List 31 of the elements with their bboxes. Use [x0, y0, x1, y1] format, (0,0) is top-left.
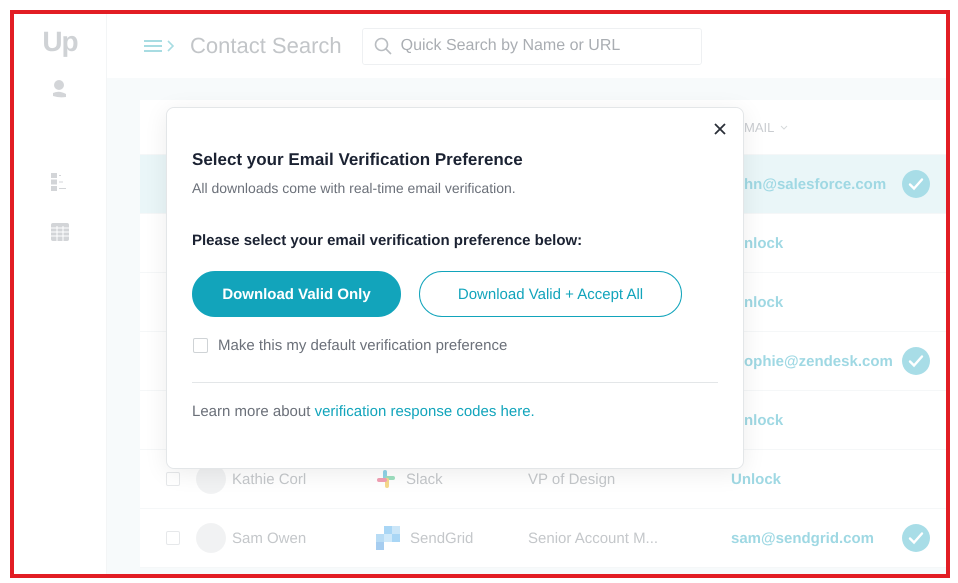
contact-name: Kathie Corl — [232, 470, 308, 488]
company-logo-icon — [376, 526, 400, 550]
table-row[interactable]: Sam Owen SendGrid Senior Account M... sam@sendgrid.com — [140, 509, 946, 568]
download-button[interactable]: Download Valid Only — [192, 271, 401, 317]
list-icon[interactable] — [51, 173, 69, 191]
close-icon[interactable] — [713, 122, 727, 136]
codes-link[interactable]: verification response codes here. — [314, 403, 535, 420]
job-title: Senior Account M... — [528, 530, 660, 546]
company-logo-icon — [376, 469, 396, 489]
job-title: VP of Design — [528, 470, 616, 488]
company-name: SendGrid — [410, 530, 474, 546]
page-title: Contact Search — [190, 33, 342, 59]
search-icon — [374, 36, 392, 54]
caret-icon — [780, 124, 788, 130]
default-checkbox[interactable] — [193, 338, 208, 353]
table-icon[interactable] — [51, 223, 69, 241]
email-link[interactable]: sam@sendgrid.com — [731, 530, 902, 546]
row-checkbox[interactable] — [166, 472, 180, 486]
menu-icon[interactable] — [144, 38, 176, 54]
email-link[interactable]: Unlock — [731, 470, 902, 488]
company-name: Slack — [406, 470, 443, 488]
dialog-subtitle: All downloads come with real-time email verification. — [192, 180, 517, 196]
dialog-prompt: Please select your email verification preference below: — [192, 232, 584, 249]
person-icon[interactable] — [52, 80, 68, 98]
download-button[interactable]: Download Valid + Accept All — [419, 271, 682, 317]
checkbox-label[interactable]: Make this my default verification preference — [218, 337, 508, 354]
contact-name: Sam Owen — [232, 530, 308, 546]
help-text: Learn more about verification response codes here. — [192, 403, 536, 420]
dialog-title: Select your Email Verification Preference — [192, 150, 524, 170]
search-field[interactable]: Quick Search by Name or URL — [362, 28, 702, 64]
row-checkbox[interactable] — [166, 531, 180, 545]
